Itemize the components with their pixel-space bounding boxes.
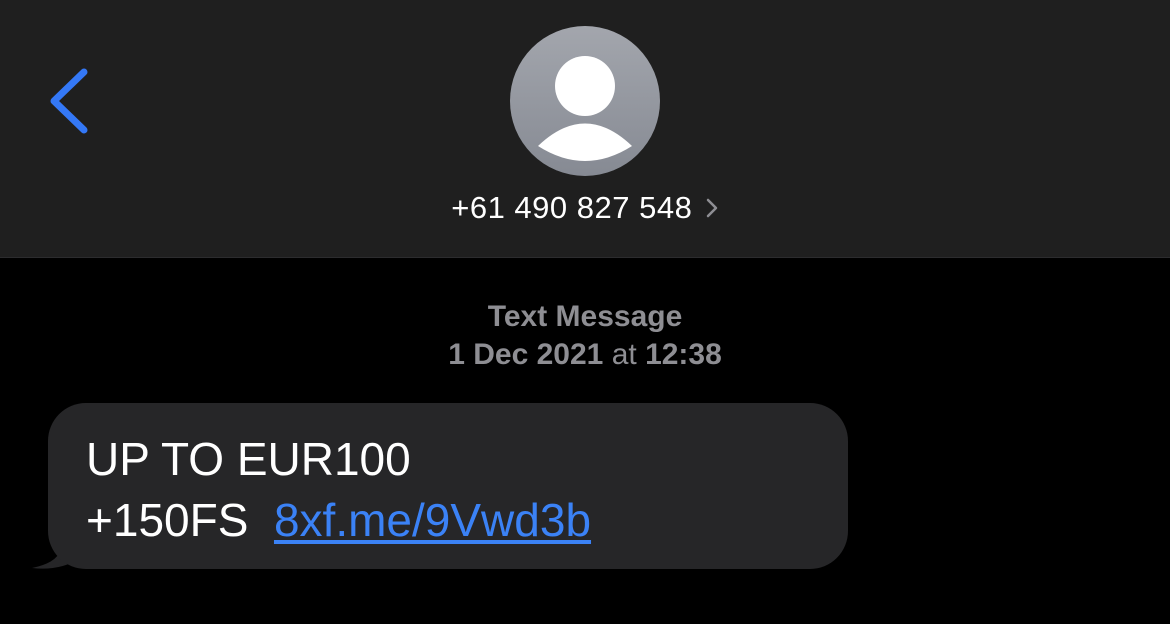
- back-button[interactable]: [40, 62, 100, 142]
- message-time: 12:38: [645, 338, 722, 371]
- contact-avatar[interactable]: [510, 26, 660, 176]
- message-timestamp: Text Message 1 Dec 2021 at 12:38: [0, 298, 1170, 374]
- chevron-right-icon: [706, 198, 718, 218]
- message-date: 1 Dec 2021: [448, 338, 604, 371]
- message-bubble[interactable]: UP TO EUR100 +150FS 8xf.me/9Vwd3b: [48, 403, 848, 569]
- service-label: Text Message: [487, 300, 683, 333]
- chevron-left-icon: [50, 68, 88, 134]
- message-link[interactable]: 8xf.me/9Vwd3b: [274, 494, 591, 546]
- date-time-line: 1 Dec 2021 at 12:38: [0, 336, 1170, 374]
- contact-number: +61 490 827 548: [451, 190, 693, 225]
- contact-info-button[interactable]: +61 490 827 548: [0, 190, 1170, 226]
- at-label: at: [611, 338, 637, 371]
- person-icon: [538, 56, 632, 161]
- conversation-header: +61 490 827 548: [0, 0, 1170, 258]
